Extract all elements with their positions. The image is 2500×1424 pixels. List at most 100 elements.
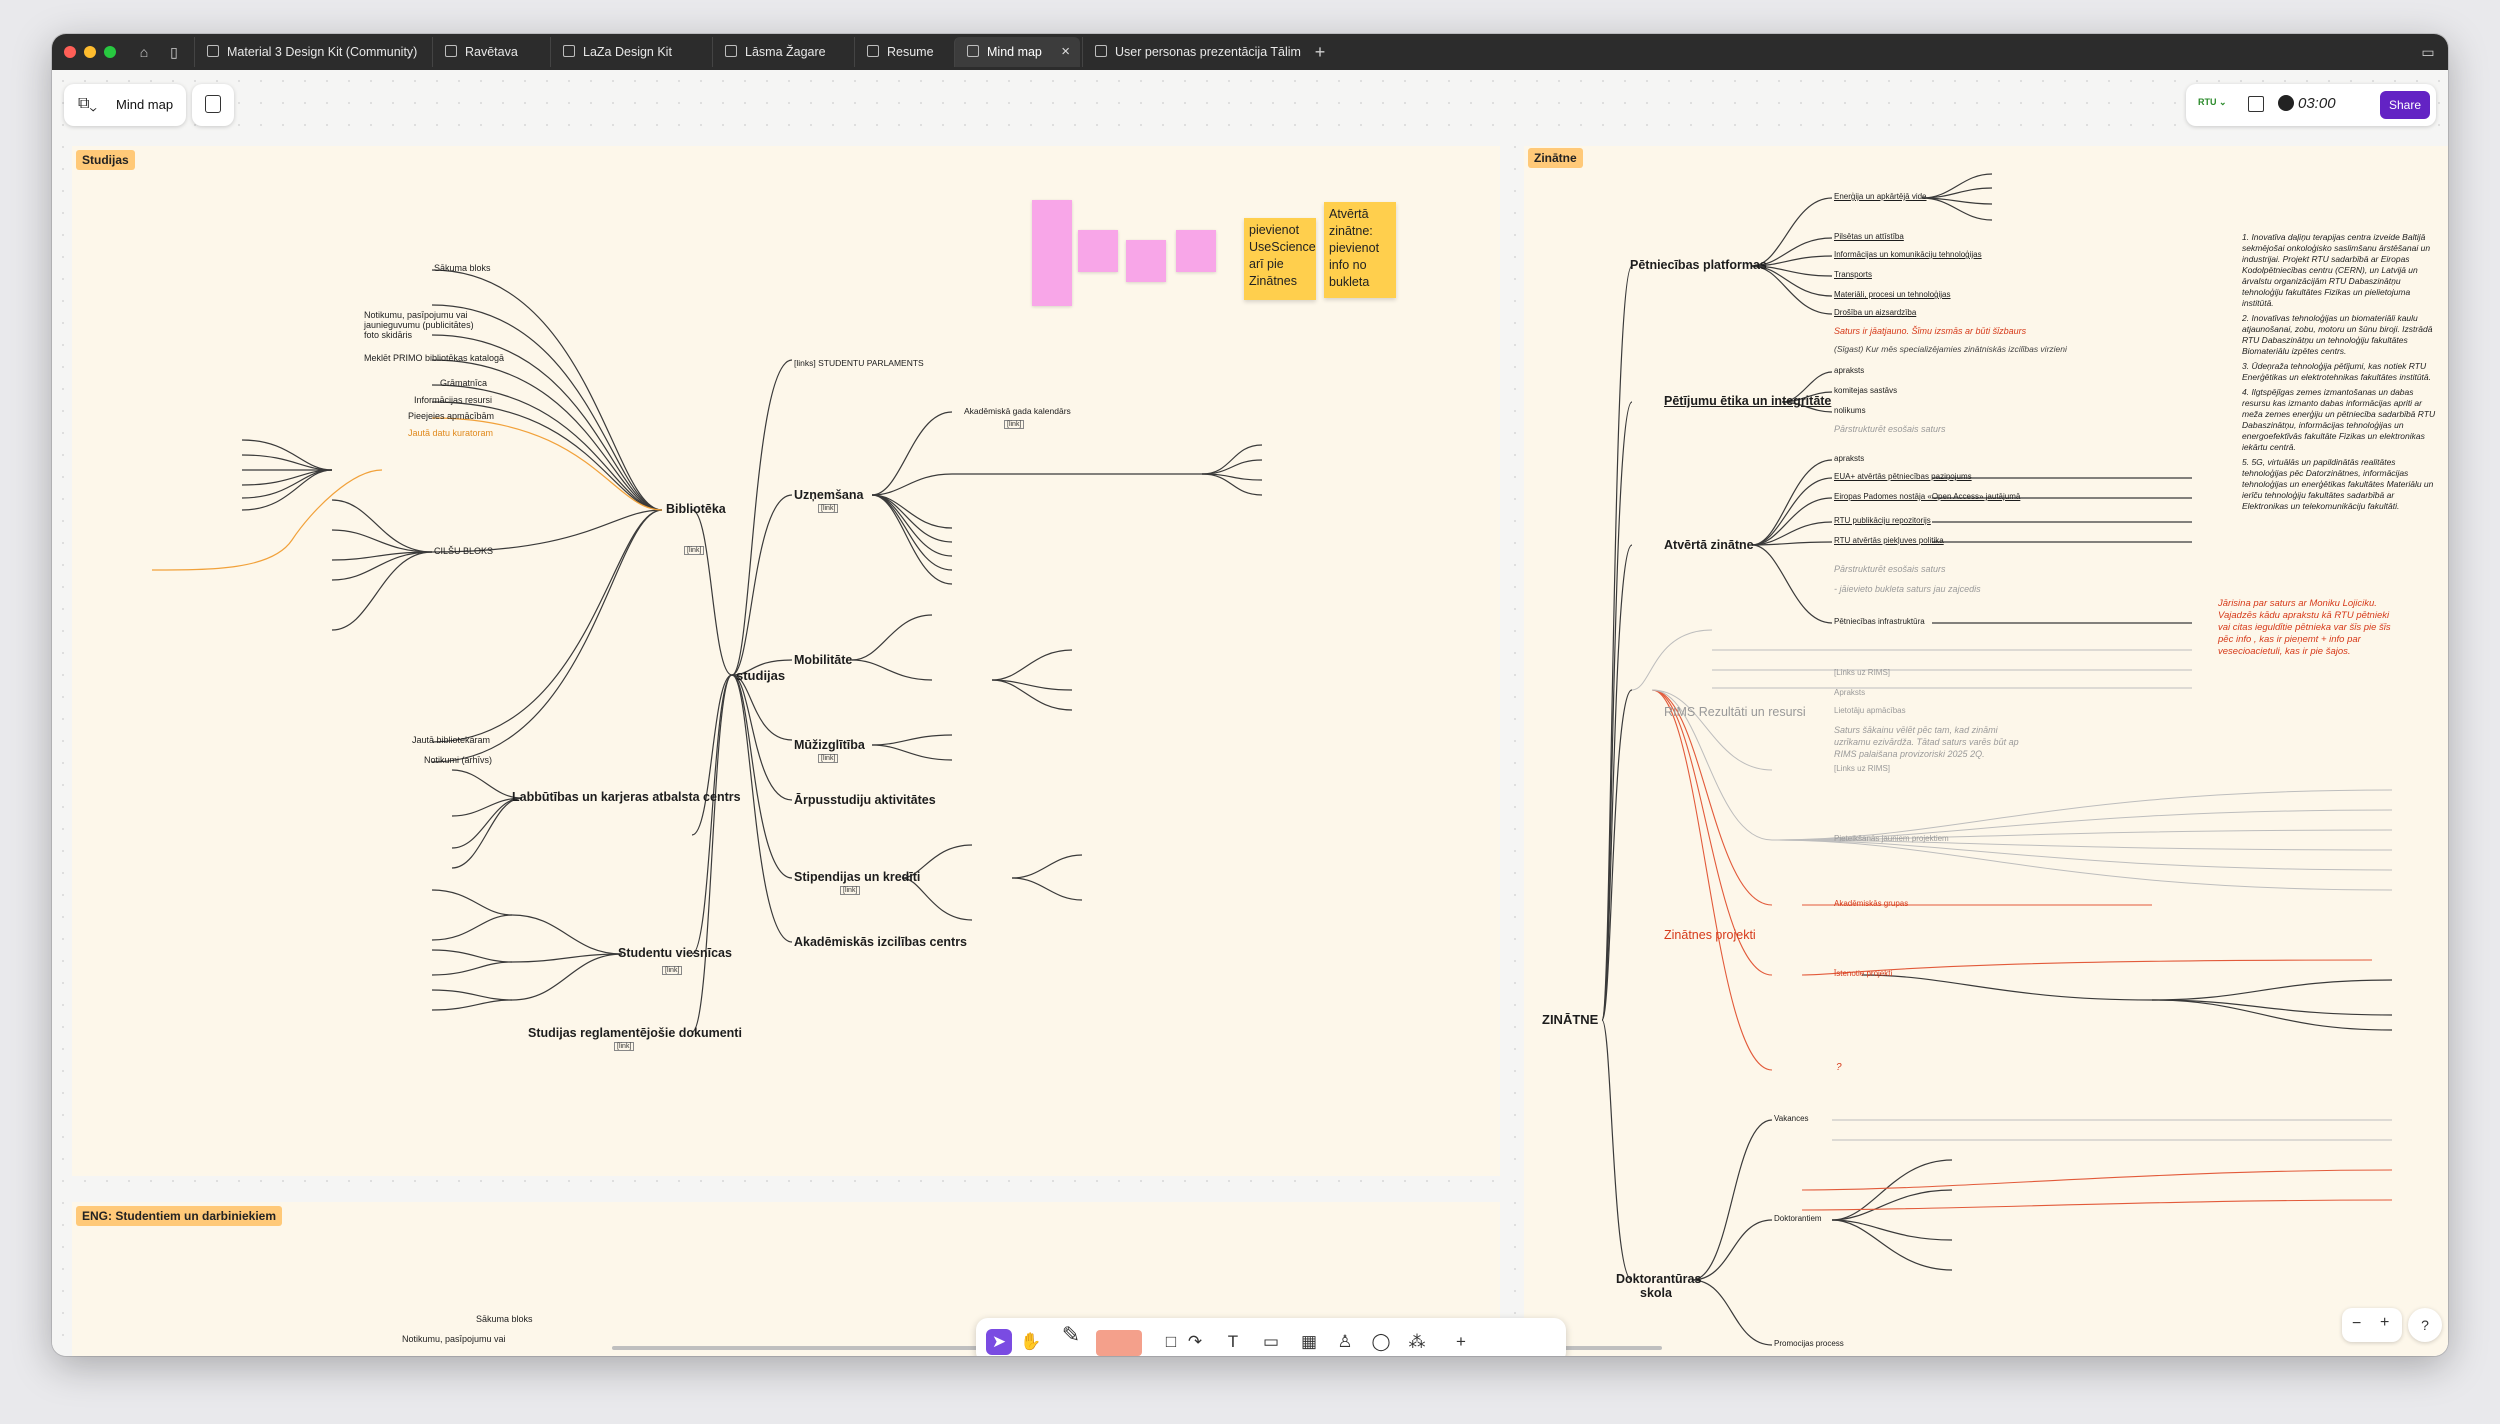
bib-jauta-bibliotekaram[interactable]: Jautā bibliotekāram bbox=[412, 735, 490, 745]
akademiska-gada-link[interactable]: [link] bbox=[1004, 420, 1025, 429]
biblioteka-link[interactable]: [link] bbox=[684, 546, 705, 555]
tab-resume[interactable]: Resume bbox=[854, 37, 958, 67]
proj-pieteiksanas[interactable]: Pieteikšanās jauniem projektiem bbox=[1834, 834, 1949, 843]
tab-laza[interactable]: LaZa Design Kit bbox=[550, 37, 700, 67]
sticky-atverta-zinatne[interactable]: Atvērtā zinātne: pievienot info no bukle… bbox=[1324, 202, 1396, 298]
akademiska-gada-node[interactable]: Akadēmiskā gada kalendārs bbox=[964, 406, 1071, 416]
proj-akademiskas[interactable]: Akadēmiskās grupas bbox=[1834, 899, 1908, 908]
rims-links[interactable]: [Links uz RIMS] bbox=[1834, 668, 1890, 677]
eng-notikumu[interactable]: Notikumu, pasīpojumu vai bbox=[402, 1334, 506, 1344]
stamp-tool[interactable]: ♙ bbox=[1332, 1329, 1358, 1355]
reglamentejosie-node[interactable]: Studijas reglamentējošie dokumenti bbox=[528, 1026, 742, 1040]
close-tab-icon[interactable]: × bbox=[1061, 37, 1070, 67]
biblioteka-node[interactable]: Bibliotēka bbox=[666, 502, 726, 516]
table-tool[interactable]: ▦ bbox=[1296, 1329, 1322, 1355]
akademiskas-izcilibas-node[interactable]: Akadēmiskās izcilības centrs bbox=[794, 935, 967, 949]
help-button[interactable]: ? bbox=[2408, 1308, 2442, 1342]
comment-tool[interactable]: ◯ bbox=[1368, 1329, 1394, 1355]
text-tool[interactable]: T bbox=[1220, 1329, 1246, 1355]
proj-links[interactable]: [Links uz RIMS] bbox=[1834, 764, 1890, 773]
section-tool[interactable]: ▭ bbox=[1258, 1329, 1284, 1355]
highlighter-tool[interactable] bbox=[1096, 1330, 1142, 1356]
widgets-tool[interactable]: ⁂ bbox=[1404, 1329, 1430, 1355]
studentu-viesnicas-node[interactable]: Studentu viesnīcas bbox=[618, 946, 732, 960]
rims-apraksts[interactable]: Apraksts bbox=[1834, 688, 1865, 697]
select-tool[interactable]: ➤ bbox=[986, 1329, 1012, 1355]
pink-sticky-1[interactable] bbox=[1032, 200, 1072, 306]
tab-ravetava[interactable]: Ravētava bbox=[432, 37, 536, 67]
uznemsana-link[interactable]: [link] bbox=[818, 504, 839, 513]
tab-material3[interactable]: Material 3 Design Kit (Community) bbox=[194, 37, 426, 67]
pp-transports[interactable]: Transports bbox=[1834, 270, 1872, 279]
tab-user-personas[interactable]: User personas prezentācija Tālim bbox=[1082, 37, 1332, 67]
arpusstudiju-node[interactable]: Ārpusstudiju aktivitātes bbox=[794, 793, 936, 807]
atverta-apraksts[interactable]: apraksts bbox=[1834, 454, 1864, 463]
bib-sakuma-bloks[interactable]: Sākuma bloks bbox=[434, 263, 491, 273]
bib-notikumi-arhivs[interactable]: Notikumi (arhīvs) bbox=[424, 755, 492, 765]
uznemsana-node[interactable]: Uzņemšana bbox=[794, 488, 863, 502]
close-window-button[interactable] bbox=[64, 46, 76, 58]
new-tab-button[interactable]: + bbox=[1310, 42, 1330, 62]
bib-cilsu-bloks[interactable]: CILŠU BLOKS bbox=[434, 546, 493, 556]
etika-apraksts[interactable]: apraksts bbox=[1834, 366, 1864, 375]
zinatne-root-node[interactable]: ZINĀTNE bbox=[1542, 1012, 1598, 1027]
home-icon[interactable]: ⌂ bbox=[134, 42, 154, 62]
proj-istenotie[interactable]: Īstenotie projekti bbox=[1834, 969, 1892, 978]
bib-informacijas-resursi[interactable]: Informācijas resursi bbox=[414, 395, 492, 405]
etika-komiteja[interactable]: komitejas sastāvs bbox=[1834, 386, 1897, 395]
book-icon[interactable]: ▯ bbox=[164, 42, 184, 62]
pp-ikt[interactable]: Informācijas un komunikāciju tehnoloģija… bbox=[1834, 250, 1982, 259]
atverta-zinatne-node[interactable]: Atvērtā zinātne bbox=[1664, 538, 1754, 552]
atverta-repozitorijs[interactable]: RTU publikāciju repozitorijs bbox=[1834, 516, 1931, 525]
studentu-parlaments-node[interactable]: [links] STUDENTU PARLAMENTS bbox=[794, 358, 924, 368]
muzizglitiba-link[interactable]: [link] bbox=[818, 754, 839, 763]
bib-jauta-datu[interactable]: Jautā datu kuratoram bbox=[408, 428, 493, 438]
petniecibas-platformas-node[interactable]: Pētniecības platformas bbox=[1630, 258, 1767, 272]
stipendijas-node[interactable]: Stipendijas un kredīti bbox=[794, 870, 920, 884]
etika-nolikums[interactable]: nolikums bbox=[1834, 406, 1866, 415]
atverta-eiropas[interactable]: Eiropas Padomes nostāja «Open Access» ja… bbox=[1834, 492, 2020, 501]
sticky-usescience[interactable]: pievienot UseScience arī pie Zinātnes bbox=[1244, 218, 1316, 300]
sidebar-icon[interactable]: ▭ bbox=[2418, 42, 2438, 62]
minimize-window-button[interactable] bbox=[84, 46, 96, 58]
bib-pieejeies[interactable]: Pieejeies apmācībām bbox=[408, 411, 494, 421]
studijas-root-node[interactable]: studijas bbox=[736, 668, 785, 683]
more-tools-button[interactable]: + bbox=[1448, 1329, 1474, 1355]
board-canvas[interactable]: ⧉⌄ Mind map RTU ⌄ 03:00 Share Studijas E… bbox=[52, 70, 2448, 1356]
shape-tool[interactable]: □ bbox=[1158, 1329, 1184, 1355]
reglamentejosie-link[interactable]: [link] bbox=[614, 1042, 635, 1051]
pp-drosiba[interactable]: Drošība un aizsardzība bbox=[1834, 308, 1916, 317]
etika-node[interactable]: Pētījumu ētika un integritāte bbox=[1664, 394, 1831, 408]
tab-lasma[interactable]: Lāsma Žagare bbox=[712, 37, 850, 67]
doktorantura-node[interactable]: Doktorantūras skola bbox=[1616, 1272, 1701, 1300]
dok-promocijas[interactable]: Promocijas process bbox=[1774, 1339, 1844, 1348]
dok-vakances[interactable]: Vakances bbox=[1774, 1114, 1809, 1123]
pp-materiali[interactable]: Materiāli, procesi un tehnoloģijas bbox=[1834, 290, 1951, 299]
connector-tool[interactable]: ↷ bbox=[1182, 1329, 1208, 1355]
pink-sticky-4[interactable] bbox=[1176, 230, 1216, 272]
zinatnes-projekti-node[interactable]: Zinātnes projekti bbox=[1664, 928, 1756, 942]
pp-pilsetas[interactable]: Pilsētas un attīstība bbox=[1834, 232, 1904, 241]
hand-tool[interactable]: ✋ bbox=[1018, 1329, 1044, 1355]
stipendijas-link[interactable]: [link] bbox=[840, 886, 861, 895]
marker-tool[interactable]: ✎ bbox=[1058, 1322, 1084, 1356]
rims-node[interactable]: RIMS Rezultāti un resursi bbox=[1664, 705, 1806, 719]
tab-mind-map[interactable]: Mind map × bbox=[954, 37, 1080, 67]
labbutibas-node[interactable]: Labbūtības un karjeras atbalsta centrs bbox=[512, 790, 741, 804]
eng-sakuma-bloks[interactable]: Sākuma bloks bbox=[476, 1314, 533, 1324]
zoom-in-button[interactable]: + bbox=[2380, 1314, 2389, 1332]
bib-notikumu[interactable]: Notikumu, pasīpojumu vai jaunieguvumu (p… bbox=[364, 310, 480, 340]
atverta-politika[interactable]: RTU atvērtās piekļuves politika bbox=[1834, 536, 1944, 545]
studentu-viesnicas-link[interactable]: [link] bbox=[662, 966, 683, 975]
bib-meklet-primo[interactable]: Meklēt PRIMO bibliotēkas katalogā bbox=[364, 353, 504, 363]
muzizglitiba-node[interactable]: Mūžizglītība bbox=[794, 738, 865, 752]
pp-energija[interactable]: Enerģija un apkārtējā vide bbox=[1834, 192, 1927, 201]
pink-sticky-2[interactable] bbox=[1078, 230, 1118, 272]
infrastruktura-node[interactable]: Pētniecības infrastruktūra bbox=[1834, 617, 1925, 626]
dok-doktorantiem[interactable]: Doktorantiem bbox=[1774, 1214, 1822, 1223]
mobilitate-node[interactable]: Mobilitāte bbox=[794, 653, 852, 667]
zoom-window-button[interactable] bbox=[104, 46, 116, 58]
rims-apmacibas[interactable]: Lietotāju apmācības bbox=[1834, 706, 1906, 715]
bib-gramatnica[interactable]: Grāmatnīca bbox=[440, 378, 487, 388]
pink-sticky-3[interactable] bbox=[1126, 240, 1166, 282]
